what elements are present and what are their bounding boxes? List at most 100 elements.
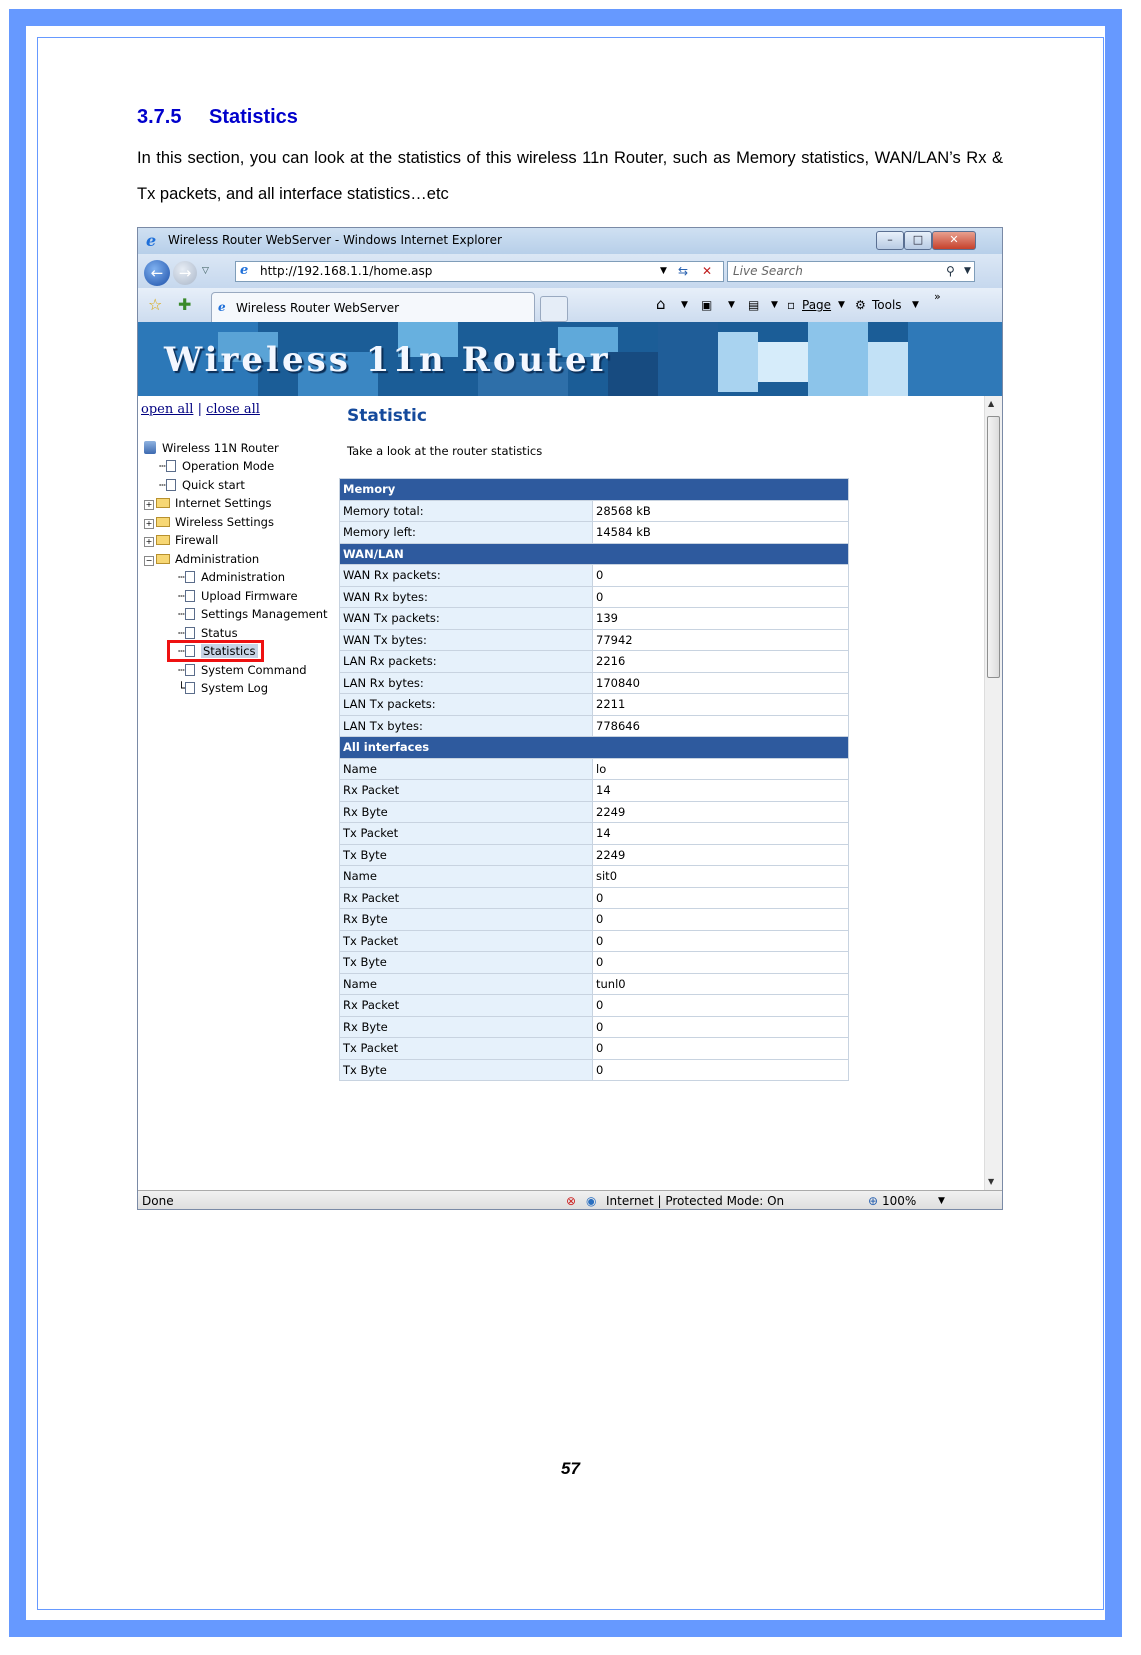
status-bar: Done ⊗ ◉ Internet | Protected Mode: On ⊕…: [138, 1190, 1002, 1209]
tree-item-wireless-settings[interactable]: + Wireless Settings: [144, 514, 274, 530]
search-placeholder: Live Search: [733, 264, 803, 278]
table-row: WAN Rx packets: 0: [339, 564, 849, 587]
tree-item-system-log[interactable]: └ System Log: [178, 680, 268, 696]
minimize-button[interactable]: –: [876, 231, 904, 250]
tree-item-administration[interactable]: ┄ Administration: [178, 569, 285, 585]
tree-item-quick-start[interactable]: ┄ Quick start: [159, 477, 245, 493]
close-all-link[interactable]: close all: [206, 402, 260, 417]
collapse-icon[interactable]: −: [144, 556, 154, 566]
favorites-star-icon[interactable]: ☆: [148, 295, 162, 314]
chevron-more-icon[interactable]: »: [934, 290, 941, 303]
globe-icon: ◉: [586, 1194, 597, 1208]
stat-value: 139: [592, 607, 849, 630]
feeds-icon[interactable]: ▣: [701, 298, 712, 312]
stat-value: 0: [592, 585, 849, 608]
statistics-table: Memory Memory total: 28568 kB Memory left: 1…: [339, 478, 849, 1081]
tree-item-status[interactable]: ┄ Status: [178, 625, 238, 641]
status-text: Done: [142, 1194, 174, 1208]
folder-icon: [156, 498, 170, 508]
stat-label: WAN Tx bytes:: [339, 628, 593, 651]
tree-item-upload-firmware[interactable]: ┄ Upload Firmware: [178, 588, 298, 604]
page-icon: [184, 627, 195, 639]
stat-value: lo: [592, 757, 849, 780]
stat-label: LAN Rx packets:: [339, 650, 593, 673]
stat-value: 2211: [592, 693, 849, 716]
search-input[interactable]: Live Search ⚲ ▼: [727, 261, 975, 282]
history-dropdown-icon[interactable]: ▽: [202, 266, 209, 276]
table-row: Rx Byte 2249: [339, 800, 849, 823]
zoom-icon: ⊕: [868, 1194, 879, 1208]
stat-value: 14584 kB: [592, 521, 849, 544]
stat-label: Tx Packet: [339, 822, 593, 845]
close-button[interactable]: ✕: [932, 231, 976, 250]
add-favorites-icon[interactable]: ✚: [178, 295, 191, 314]
table-row: LAN Tx packets: 2211: [339, 693, 849, 716]
zoom-dropdown-icon[interactable]: ▼: [938, 1196, 945, 1206]
tree-item-internet-settings[interactable]: + Internet Settings: [144, 495, 272, 511]
back-button[interactable]: ←: [144, 260, 170, 286]
home-dropdown-icon[interactable]: ▼: [681, 300, 688, 310]
print-dropdown-icon[interactable]: ▼: [771, 300, 778, 310]
table-row: LAN Rx packets: 2216: [339, 650, 849, 673]
tools-menu[interactable]: Tools: [872, 298, 902, 312]
refresh-icon[interactable]: ⇆: [678, 262, 688, 281]
new-tab-button[interactable]: [540, 296, 568, 322]
intro-paragraph: In this section, you can look at the sta…: [137, 149, 1003, 203]
stat-label: Rx Byte: [339, 1015, 593, 1038]
page-menu-icon: ▫: [787, 298, 796, 312]
feeds-dropdown-icon[interactable]: ▼: [728, 300, 735, 310]
stat-value: 778646: [592, 714, 849, 737]
stat-label: Rx Byte: [339, 908, 593, 931]
table-row: Name tunl0: [339, 972, 849, 995]
expand-icon[interactable]: +: [144, 537, 154, 547]
table-row: Tx Packet 0: [339, 929, 849, 952]
expand-icon[interactable]: +: [144, 519, 154, 529]
search-dropdown-icon[interactable]: ▼: [964, 262, 971, 281]
stat-value: 77942: [592, 628, 849, 651]
tree-item-administration-folder[interactable]: − Administration: [144, 551, 259, 567]
page-dropdown-icon[interactable]: ▼: [838, 300, 845, 310]
stat-value: 170840: [592, 671, 849, 694]
expand-icon[interactable]: +: [144, 500, 154, 510]
page-menu[interactable]: Page: [802, 298, 831, 312]
search-icon[interactable]: ⚲: [946, 262, 955, 281]
ie-icon: e: [146, 231, 157, 250]
table-row: Name lo: [339, 757, 849, 780]
tab-router-webserver[interactable]: e Wireless Router WebServer: [211, 292, 535, 322]
stat-value: 14: [592, 822, 849, 845]
home-icon[interactable]: ⌂: [656, 295, 666, 313]
zone-text[interactable]: Internet | Protected Mode: On: [606, 1194, 784, 1208]
scroll-thumb[interactable]: [987, 416, 1000, 678]
router-icon: [144, 441, 156, 454]
links-separator: |: [197, 402, 202, 417]
stat-label: WAN Tx packets:: [339, 607, 593, 630]
maximize-button[interactable]: □: [904, 231, 932, 250]
stat-value: 0: [592, 994, 849, 1017]
tools-dropdown-icon[interactable]: ▼: [912, 300, 919, 310]
table-row: WAN Rx bytes: 0: [339, 585, 849, 608]
tree-root[interactable]: Wireless 11N Router: [144, 440, 279, 456]
stat-label: Tx Packet: [339, 929, 593, 952]
tree-item-settings-management[interactable]: ┄ Settings Management: [178, 606, 328, 622]
address-url: http://192.168.1.1/home.asp: [260, 264, 433, 278]
tree-item-operation-mode[interactable]: ┄ Operation Mode: [159, 458, 274, 474]
stop-icon[interactable]: ✕: [702, 262, 712, 281]
open-all-link[interactable]: open all: [141, 402, 193, 417]
forward-button[interactable]: →: [173, 261, 197, 285]
zoom-level[interactable]: 100%: [882, 1194, 916, 1208]
scroll-down-icon[interactable]: ▼: [988, 1177, 994, 1186]
tree-item-system-command[interactable]: ┄ System Command: [178, 662, 307, 678]
section-header: Memory: [339, 478, 849, 501]
print-icon[interactable]: ▤: [748, 298, 759, 312]
vertical-scrollbar[interactable]: ▲ ▼: [984, 396, 1002, 1190]
scroll-up-icon[interactable]: ▲: [988, 399, 994, 408]
tree-item-firewall[interactable]: + Firewall: [144, 532, 218, 548]
blocked-icon[interactable]: ⊗: [566, 1194, 576, 1208]
tab-ie-icon: e: [218, 300, 226, 314]
address-bar[interactable]: e http://192.168.1.1/home.asp ▼ ⇆ ✕: [235, 261, 724, 282]
section-number: 3.7.5: [137, 106, 182, 128]
page-icon: [184, 571, 195, 583]
page-icon: [165, 479, 176, 491]
stat-value: 28568 kB: [592, 499, 849, 522]
address-dropdown-icon[interactable]: ▼: [660, 262, 667, 281]
